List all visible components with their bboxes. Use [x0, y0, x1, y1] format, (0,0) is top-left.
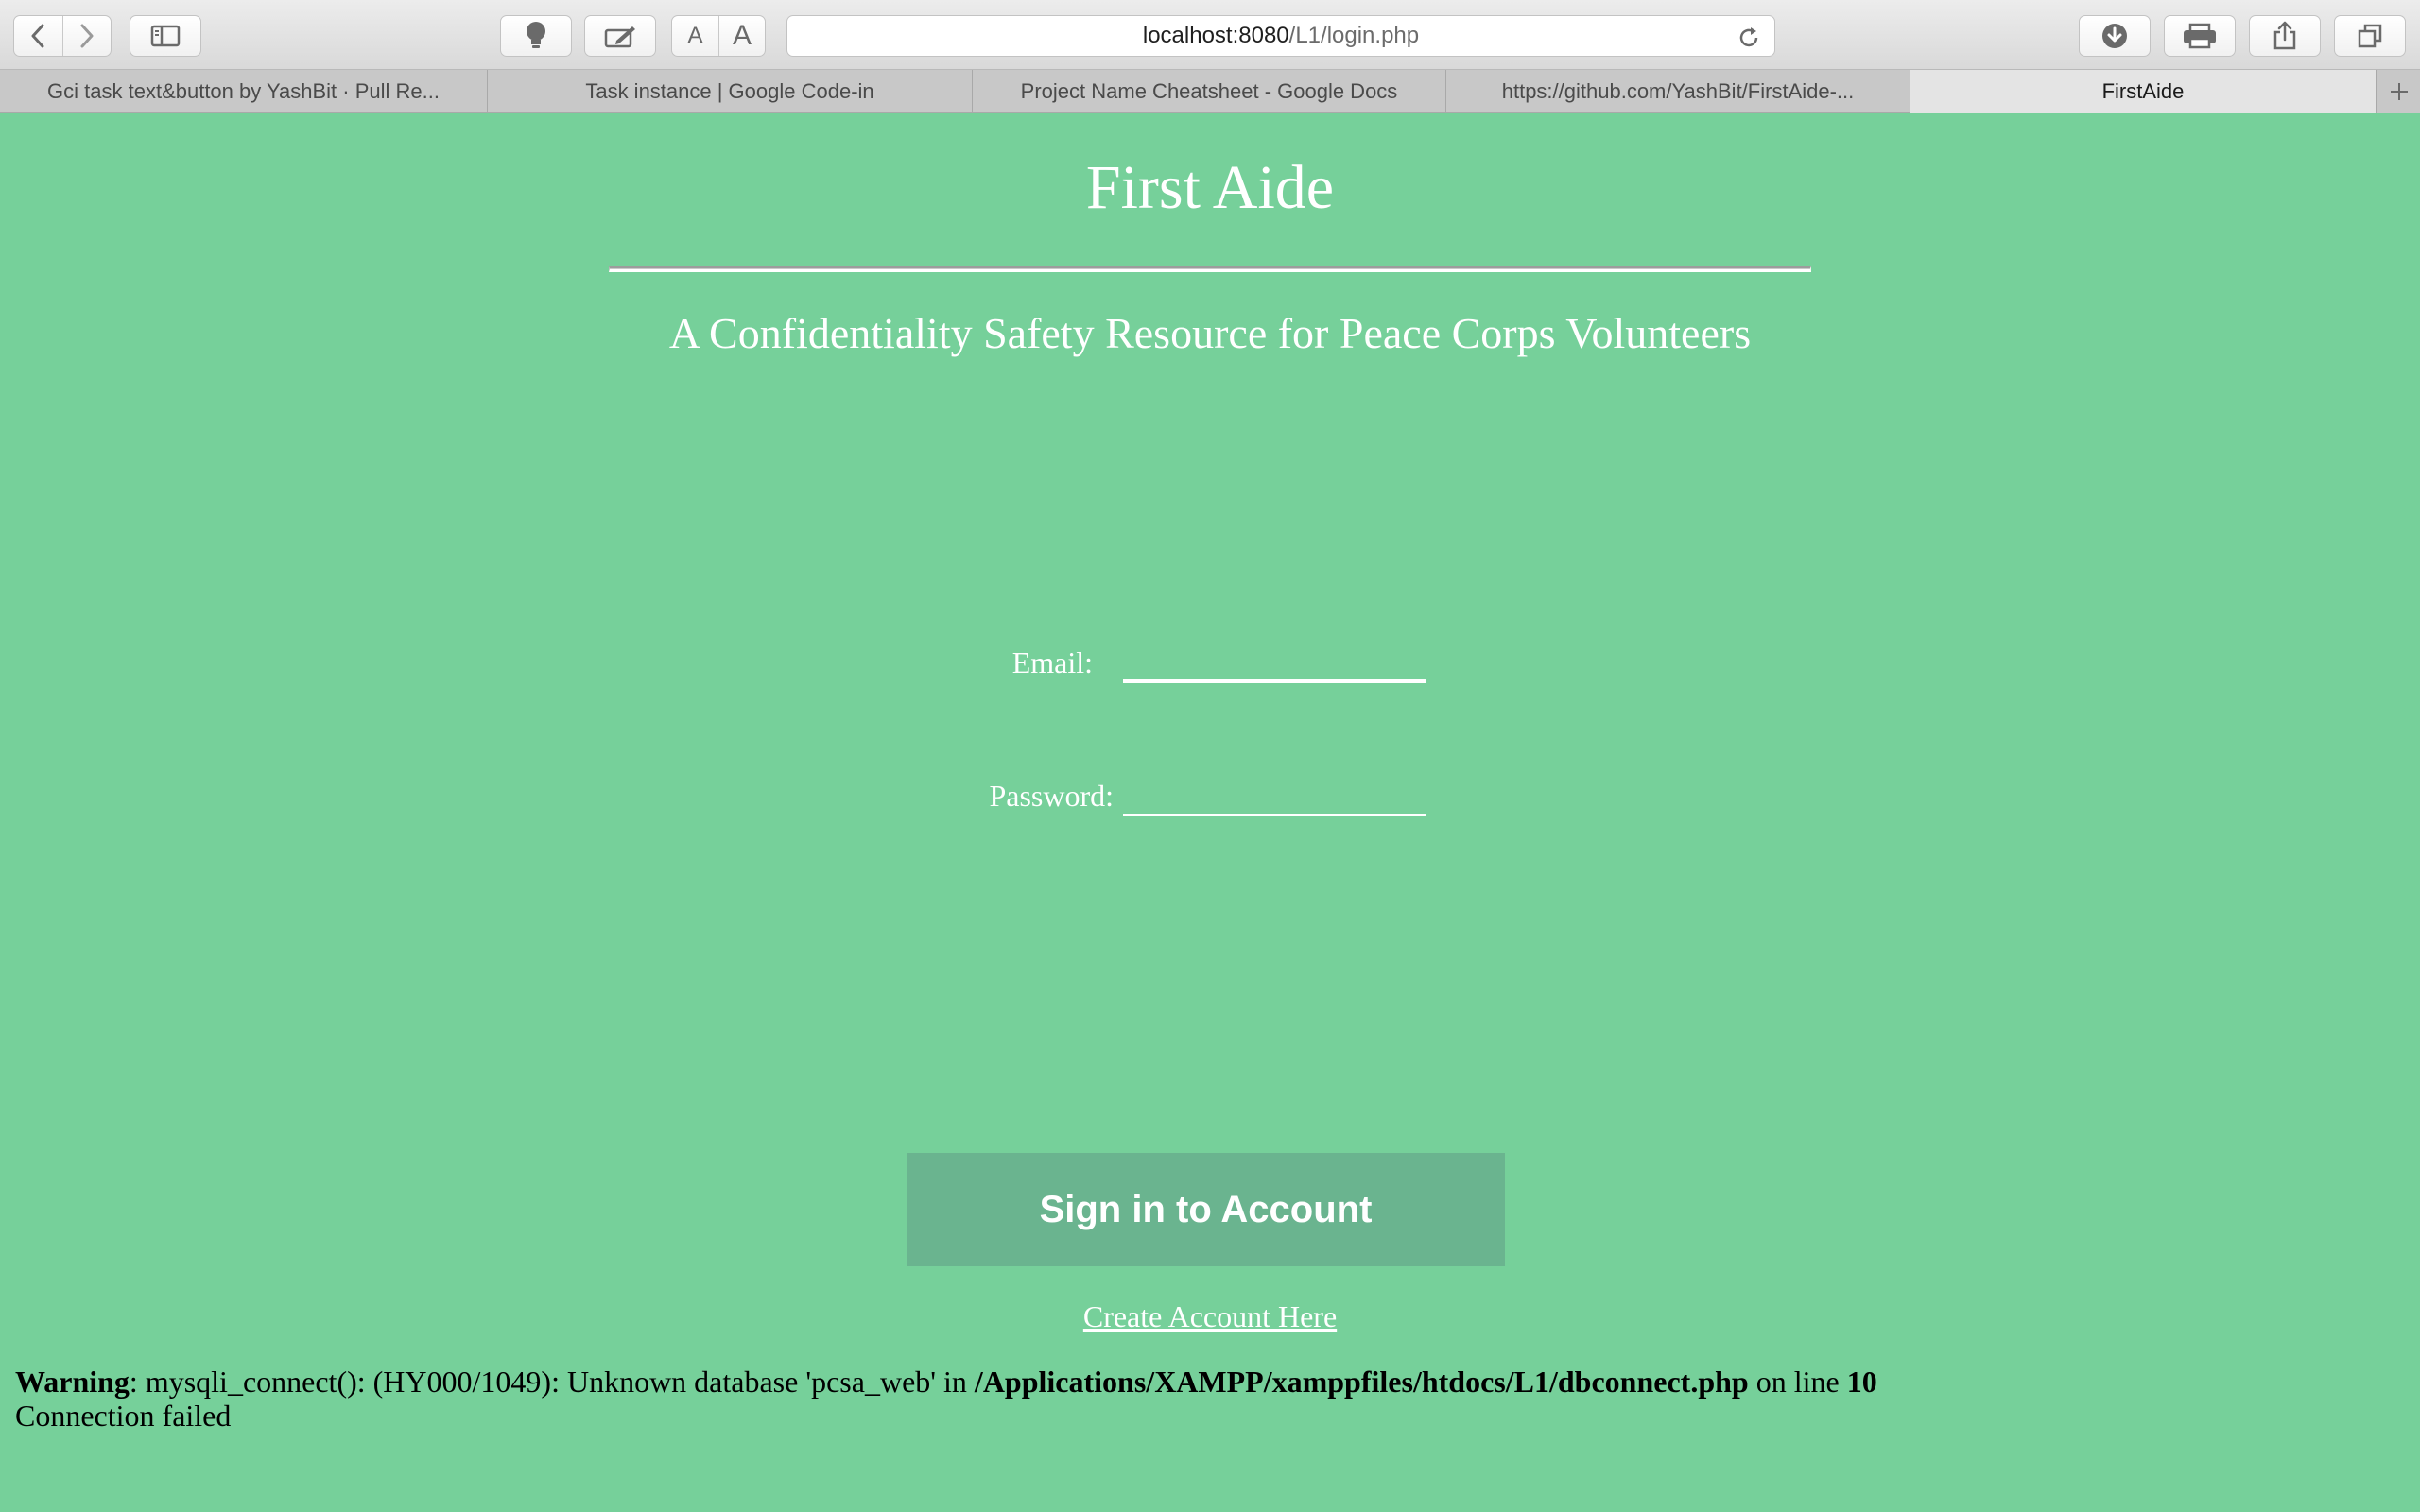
create-account-container: Create Account Here — [0, 1299, 2420, 1334]
printer-icon — [2184, 23, 2216, 49]
password-label: Password: — [989, 779, 1114, 813]
sidebar-icon — [150, 25, 181, 47]
share-button[interactable] — [2249, 15, 2321, 57]
back-button[interactable] — [14, 16, 62, 56]
new-tab-button[interactable] — [2377, 70, 2420, 113]
decrease-font-button[interactable]: A — [672, 16, 718, 56]
url-path: /L1/login.php — [1288, 23, 1420, 48]
page-tagline: A Confidentiality Safety Resource for Pe… — [668, 309, 1752, 357]
tab-github[interactable]: https://github.com/YashBit/FirstAide-... — [1446, 70, 1910, 113]
email-label: Email: — [1011, 645, 1093, 679]
page-content: First Aide A Confidentiality Safety Reso… — [0, 114, 2420, 1512]
tab-project-name-cheatsheet[interactable]: Project Name Cheatsheet - Google Docs — [973, 70, 1446, 113]
chevron-left-icon — [31, 24, 44, 48]
share-icon — [2273, 21, 2296, 50]
url-host: localhost:8080 — [1142, 23, 1289, 48]
font-size-controls: A A — [671, 15, 766, 57]
warning-level: Warning — [15, 1365, 130, 1399]
tab-firstaide[interactable]: FirstAide — [1910, 70, 2377, 113]
navigation-buttons — [13, 15, 112, 57]
email-field[interactable] — [1123, 649, 1426, 683]
password-field[interactable] — [1123, 782, 1426, 816]
tab-pull-request[interactable]: Gci task text&button by YashBit · Pull R… — [0, 70, 488, 113]
tab-task-instance[interactable]: Task instance | Google Code-in — [488, 70, 973, 113]
sidebar-button[interactable] — [130, 15, 201, 57]
connection-status: Connection failed — [15, 1399, 232, 1433]
annotate-button[interactable] — [584, 15, 656, 57]
warning-line-text: on line — [1748, 1365, 1847, 1399]
warning-line-number: 10 — [1846, 1365, 1877, 1399]
reload-icon[interactable] — [1737, 26, 1761, 50]
php-warning-message: Warning: mysqli_connect(): (HY000/1049):… — [15, 1365, 2378, 1433]
address-bar[interactable]: localhost:8080/L1/login.php — [786, 15, 1775, 57]
create-account-link[interactable]: Create Account Here — [1083, 1299, 1337, 1333]
plus-icon — [2390, 83, 2408, 100]
increase-font-button[interactable]: A — [717, 16, 765, 56]
lightbulb-button[interactable] — [500, 15, 572, 57]
pen-icon — [604, 26, 635, 48]
show-all-tabs-button[interactable] — [2334, 15, 2406, 57]
sign-in-button[interactable]: Sign in to Account — [907, 1153, 1505, 1266]
tabs-overview-icon — [2358, 24, 2382, 48]
browser-toolbar: A A localhost:8080/L1/login.php — [0, 0, 2420, 70]
title-divider — [609, 266, 1811, 272]
tab-bar: Gci task text&button by YashBit · Pull R… — [0, 70, 2420, 113]
forward-button[interactable] — [61, 16, 111, 56]
lightbulb-icon — [527, 22, 545, 48]
page-title: First Aide — [1085, 153, 1335, 222]
chevron-right-icon — [80, 24, 94, 48]
downloads-button[interactable] — [2079, 15, 2151, 57]
download-icon — [2102, 24, 2127, 48]
print-button[interactable] — [2164, 15, 2236, 57]
warning-file-path: /Applications/XAMPP/xamppfiles/htdocs/L1… — [974, 1365, 1749, 1399]
warning-text: : mysqli_connect(): (HY000/1049): Unknow… — [129, 1365, 975, 1399]
